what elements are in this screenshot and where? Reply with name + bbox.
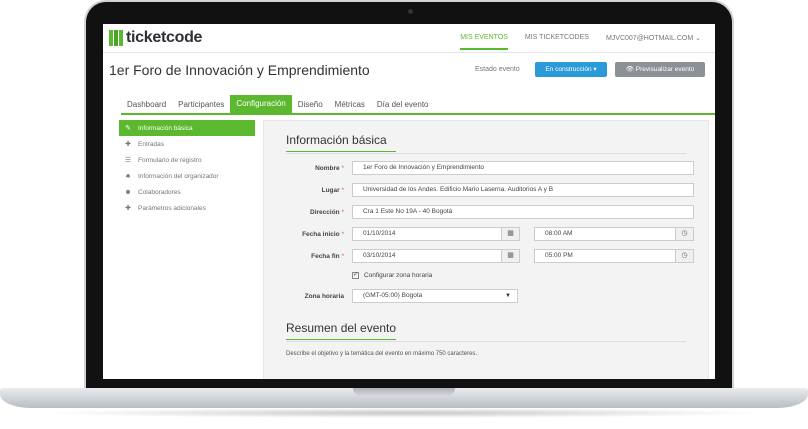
logo-text-ticket: ticket xyxy=(126,29,166,46)
sidebar-item-label: Información del organizador xyxy=(138,172,219,180)
lugar-label-text: Lugar xyxy=(321,187,340,194)
ticketcode-logo-icon xyxy=(109,30,123,46)
required-mark: * xyxy=(341,209,344,216)
organization-icon: ♣ xyxy=(125,172,131,180)
edit-icon: ✎ xyxy=(125,125,131,132)
hora-fin-value: 05:00 PM xyxy=(545,252,573,259)
direccion-label-text: Dirección xyxy=(310,209,340,216)
nombre-label: Nombre * xyxy=(264,165,344,172)
lugar-label: Lugar * xyxy=(264,187,344,194)
nombre-field[interactable]: 1er Foro de Innovación y Emprendimiento xyxy=(352,161,694,175)
section-title-resumen: Resumen del evento xyxy=(286,321,397,340)
lugar-field[interactable]: Universidad de los Andes. Edificio Mario… xyxy=(352,183,694,197)
preview-button-label: Previsualizar evento xyxy=(635,66,695,73)
resumen-description: Describe el objetivo y la temática del e… xyxy=(286,351,478,357)
section-divider xyxy=(286,341,686,342)
tab-dia-del-evento[interactable]: Día del evento xyxy=(371,100,435,113)
zona-horaria-checkbox-label: Configurar zona horaria xyxy=(364,272,433,279)
fecha-fin-label: Fecha fin * xyxy=(264,253,344,260)
users-icon: ☻ xyxy=(124,188,132,196)
estado-dropdown-button[interactable]: En construcción ▾ xyxy=(535,62,607,77)
tab-diseno[interactable]: Diseño xyxy=(292,100,329,113)
calendar-icon[interactable]: ▦ xyxy=(501,250,519,262)
hora-fin-field[interactable]: 05:00 PM ◷ xyxy=(534,249,694,263)
zona-horaria-select[interactable]: (GMT-05:00) Bogota ▼ xyxy=(352,289,518,303)
sidebar-item-label: Colaboradores xyxy=(138,188,181,196)
estado-label: Estado evento xyxy=(475,66,520,73)
list-icon: ☰ xyxy=(124,157,132,164)
sidebar: ✎ Información básica ✚ Entradas ☰ Formul… xyxy=(119,120,255,216)
zona-horaria-label: Zona horaria xyxy=(304,293,344,300)
clock-icon[interactable]: ◷ xyxy=(675,250,693,262)
top-nav: ticketcode MIS EVENTOS MIS TICKETCODES M… xyxy=(103,24,715,53)
nav-user-menu[interactable]: MJVC007@HOTMAIL.COM ⌄ xyxy=(606,34,701,42)
required-mark: * xyxy=(341,253,344,260)
sidebar-item-label: Entradas xyxy=(138,140,165,148)
fecha-inicio-value: 01/10/2014 xyxy=(363,230,396,237)
zona-horaria-checkbox-row[interactable]: ✓ Configurar zona horaria xyxy=(352,272,432,279)
tab-participantes[interactable]: Participantes xyxy=(172,100,230,113)
fecha-fin-value: 03/10/2014 xyxy=(363,252,396,259)
fecha-fin-label-text: Fecha fin xyxy=(311,253,340,260)
laptop-shadow xyxy=(40,408,768,418)
tab-metricas[interactable]: Métricas xyxy=(329,100,371,113)
section-title-informacion-basica: Información básica xyxy=(286,133,396,152)
fecha-inicio-field[interactable]: 01/10/2014 ▦ xyxy=(352,227,520,241)
nav-mis-ticketcodes[interactable]: MIS TICKETCODES xyxy=(525,34,589,42)
plus-icon: ✚ xyxy=(125,205,131,212)
fecha-fin-field[interactable]: 03/10/2014 ▦ xyxy=(352,249,520,263)
fecha-inicio-label: Fecha inicio * xyxy=(264,231,344,238)
sidebar-item-parametros[interactable]: ✚ Parámetros adicionales xyxy=(119,200,255,216)
caret-down-icon: ▼ xyxy=(505,293,511,299)
sidebar-item-label: Parámetros adicionales xyxy=(138,204,206,212)
sidebar-item-label: Formulario de registro xyxy=(138,156,202,164)
zona-horaria-checkbox[interactable]: ✓ xyxy=(352,272,359,279)
ticket-icon: ✚ xyxy=(125,141,131,148)
sidebar-item-formulario[interactable]: ☰ Formulario de registro xyxy=(119,152,255,168)
required-mark: * xyxy=(341,231,344,238)
required-mark: * xyxy=(341,165,344,172)
event-header: 1er Foro de Innovación y Emprendimiento … xyxy=(103,53,715,85)
direccion-label: Dirección * xyxy=(264,209,344,216)
tab-bar: Dashboard Participantes Configuración Di… xyxy=(121,95,715,115)
hora-inicio-value: 08:00 AM xyxy=(545,230,573,237)
preview-button[interactable]: 👁 Previsualizar evento xyxy=(615,62,705,77)
section-divider xyxy=(286,153,686,154)
logo-text: ticketcode xyxy=(126,29,202,47)
fecha-inicio-label-text: Fecha inicio xyxy=(302,231,340,238)
sidebar-item-colaboradores[interactable]: ☻ Colaboradores xyxy=(119,184,255,200)
clock-icon[interactable]: ◷ xyxy=(675,228,693,240)
sidebar-item-organizador[interactable]: ♣ Información del organizador xyxy=(119,168,255,184)
tab-configuracion[interactable]: Configuración xyxy=(230,95,292,113)
nombre-label-text: Nombre xyxy=(315,165,340,172)
sidebar-item-informacion-basica[interactable]: ✎ Información básica xyxy=(119,120,255,136)
camera-icon xyxy=(408,9,413,14)
nav-links: MIS EVENTOS MIS TICKETCODES MJVC007@HOTM… xyxy=(443,34,701,50)
tab-dashboard[interactable]: Dashboard xyxy=(121,100,172,113)
page-title: 1er Foro de Innovación y Emprendimiento xyxy=(109,62,370,78)
sidebar-item-entradas[interactable]: ✚ Entradas xyxy=(119,136,255,152)
logo[interactable]: ticketcode xyxy=(109,29,202,47)
logo-text-code: code xyxy=(166,29,203,46)
laptop-notch xyxy=(353,388,455,396)
calendar-icon[interactable]: ▦ xyxy=(501,228,519,240)
zona-horaria-value: (GMT-05:00) Bogota xyxy=(363,292,423,299)
screen: ticketcode MIS EVENTOS MIS TICKETCODES M… xyxy=(103,24,715,379)
sidebar-item-label: Información básica xyxy=(138,124,193,132)
hora-inicio-field[interactable]: 08:00 AM ◷ xyxy=(534,227,694,241)
required-mark: * xyxy=(341,187,344,194)
main-form-panel: Información básica Nombre * 1er Foro de … xyxy=(263,120,709,379)
eye-icon: 👁 xyxy=(625,66,636,73)
direccion-field[interactable]: Cra 1 Este No 19A - 40 Bogotá xyxy=(352,205,694,219)
nav-mis-eventos[interactable]: MIS EVENTOS xyxy=(460,34,508,50)
